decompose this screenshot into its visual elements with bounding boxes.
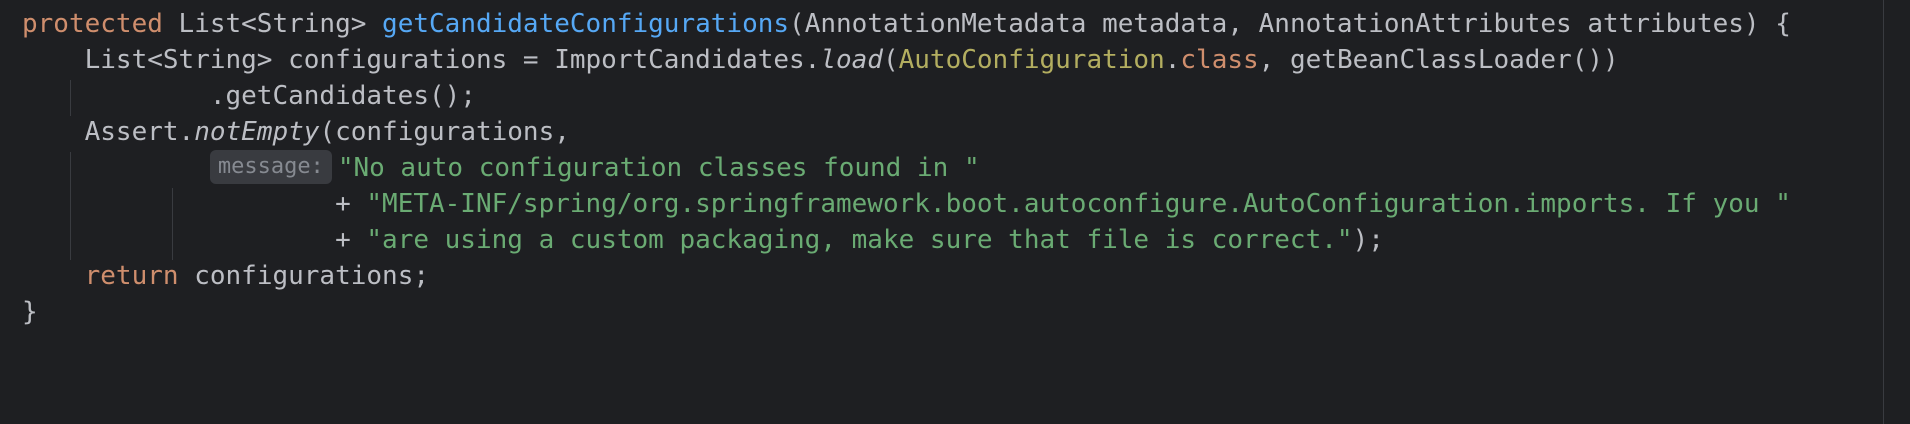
return-value: configurations; — [178, 261, 429, 291]
parameter-hint: message: — [209, 149, 332, 184]
assert-class: Assert. — [84, 117, 195, 147]
static-method-load: load — [820, 45, 883, 75]
keyword-protected: protected — [22, 9, 163, 39]
code-line-8[interactable]: return configurations; — [22, 254, 429, 298]
code-editor[interactable]: protected List<String> getCandidateConfi… — [0, 0, 1910, 424]
right-margin-guide — [1883, 0, 1884, 424]
keyword-class: class — [1180, 45, 1259, 75]
code-line-9[interactable]: } — [22, 290, 38, 334]
return-type: List<String> — [162, 9, 383, 39]
string-literal: "No auto configuration classes found in … — [337, 153, 980, 183]
static-method-notempty: notEmpty — [194, 117, 320, 147]
statement-end: ); — [1352, 225, 1384, 255]
string-literal: "are using a custom packaging, make sure… — [366, 225, 1353, 255]
open-paren: ( — [882, 45, 899, 75]
keyword-return: return — [84, 261, 179, 291]
string-literal: "META-INF/spring/org.springframework.boo… — [366, 189, 1791, 219]
plus-operator: + — [335, 189, 367, 219]
dot: . — [1164, 45, 1181, 75]
class-reference: AutoConfiguration — [898, 45, 1165, 75]
plus-operator: + — [335, 225, 367, 255]
chained-call: .getCandidates(); — [209, 81, 476, 111]
call-rest: , getBeanClassLoader()) — [1258, 45, 1619, 75]
closing-brace: } — [22, 297, 38, 327]
method-params: (AnnotationMetadata metadata, Annotation… — [789, 9, 1791, 39]
method-name: getCandidateConfigurations — [382, 9, 790, 39]
assignment-lhs: List<String> configurations = ImportCand… — [84, 45, 821, 75]
call-args: (configurations, — [319, 117, 570, 147]
